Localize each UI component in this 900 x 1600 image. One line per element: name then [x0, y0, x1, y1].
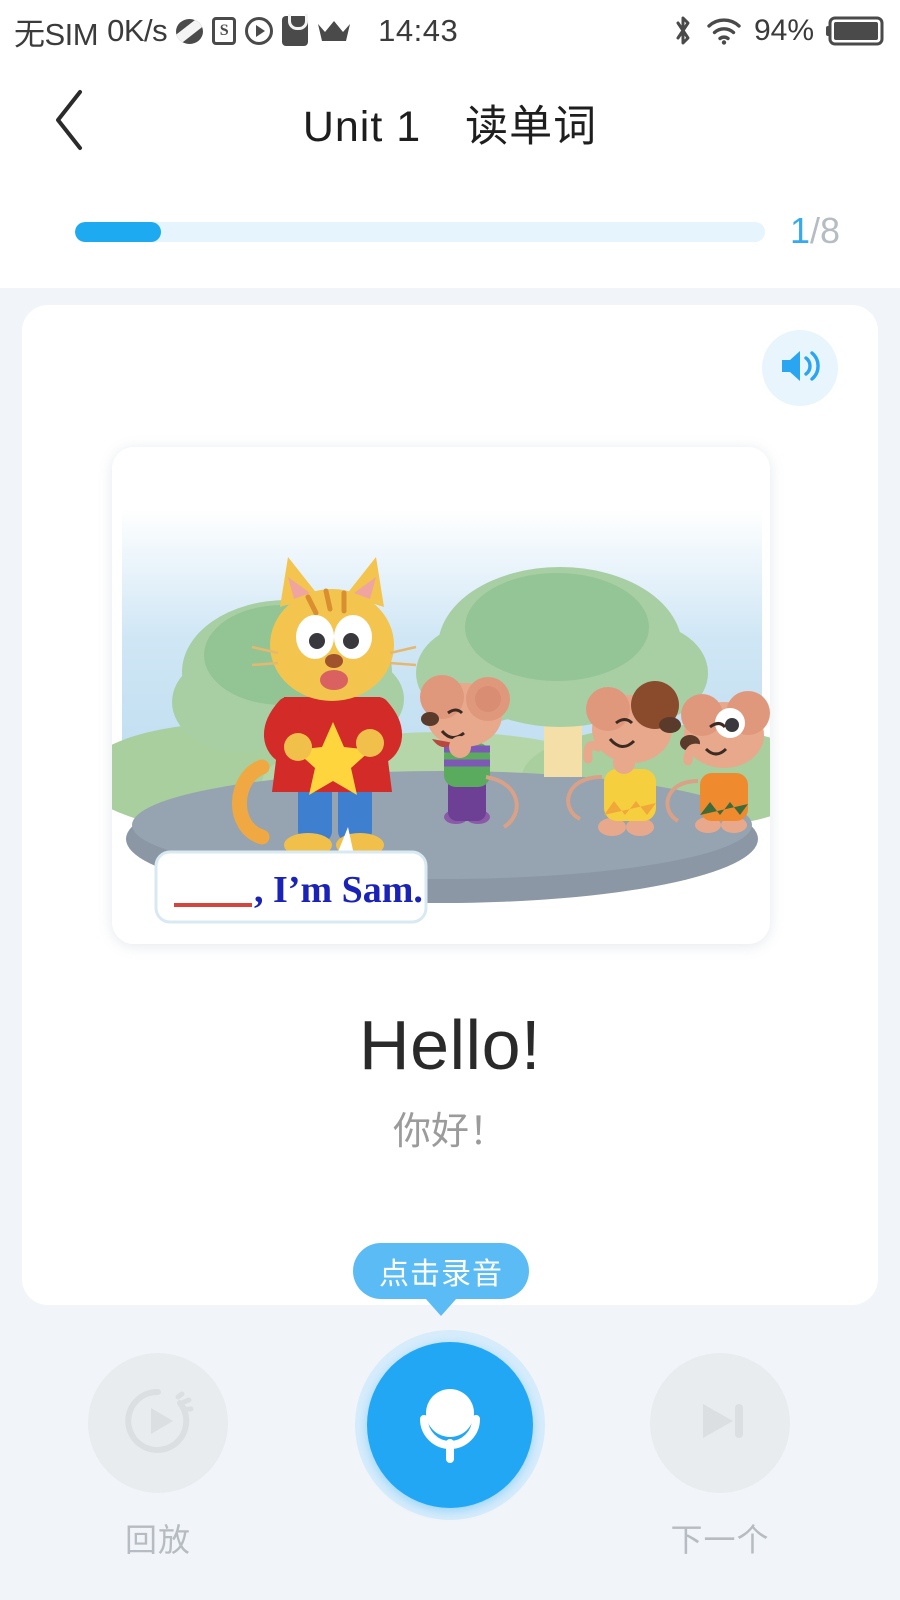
page-header: Unit 1 读单词 1/8 — [0, 62, 900, 288]
progress-bar-fill — [75, 222, 162, 242]
word-card: , I’m Sam. Hello! 你好！ — [22, 305, 878, 1305]
speech-bubble-text: , I’m Sam. — [254, 869, 423, 911]
next-label: 下一个 — [670, 1522, 770, 1558]
speaker-icon — [778, 346, 822, 391]
microphone-icon — [411, 1379, 489, 1472]
wifi-icon — [706, 17, 742, 45]
next-button[interactable]: 下一个 — [650, 1353, 790, 1561]
record-button-circle — [367, 1342, 533, 1508]
word-english: Hello! — [359, 1006, 541, 1084]
carrier-label: 无SIM — [14, 16, 99, 52]
next-button-circle — [650, 1353, 790, 1493]
skip-next-icon — [685, 1386, 755, 1461]
word-chinese: 你好！ — [392, 1111, 507, 1153]
progress-bar — [75, 222, 765, 242]
battery-icon — [826, 16, 884, 46]
bag-app-icon — [282, 14, 309, 46]
play-audio-button[interactable] — [762, 330, 838, 406]
playback-label: 回放 — [124, 1522, 191, 1558]
record-tooltip: 点击录音 — [353, 1243, 529, 1299]
status-bar: 无SIM 0K/s S 14:43 94% — [0, 0, 900, 62]
progress-total: /8 — [810, 210, 841, 251]
status-bar-right: 94% — [672, 14, 884, 48]
replay-play-icon — [120, 1383, 196, 1464]
playback-button[interactable]: 回放 — [88, 1353, 228, 1561]
playback-button-circle — [88, 1353, 228, 1493]
ball-icon — [176, 18, 204, 44]
battery-percent-label: 94% — [753, 14, 814, 47]
s-app-icon: S — [212, 17, 237, 45]
network-speed-label: 0K/s — [107, 13, 168, 48]
bluetooth-icon — [672, 14, 694, 48]
status-bar-left: 无SIM 0K/s S 14:43 — [14, 9, 458, 54]
progress-label: 1/8 — [790, 210, 840, 252]
illustration-image: , I’m Sam. — [112, 447, 770, 944]
page-title: Unit 1 读单词 — [302, 103, 598, 151]
status-time: 14:43 — [378, 13, 459, 48]
illustration-frame: , I’m Sam. — [112, 447, 770, 944]
progress-row: 1/8 — [0, 202, 900, 262]
crown-icon — [317, 20, 351, 42]
record-button[interactable] — [355, 1330, 545, 1520]
progress-current: 1 — [790, 210, 811, 251]
bottom-controls: 回放 下一个 — [0, 1330, 900, 1600]
app-screen: 无SIM 0K/s S 14:43 94% Unit 1 读单词 1/8 , I… — [0, 0, 900, 1600]
play-app-icon — [245, 17, 274, 45]
